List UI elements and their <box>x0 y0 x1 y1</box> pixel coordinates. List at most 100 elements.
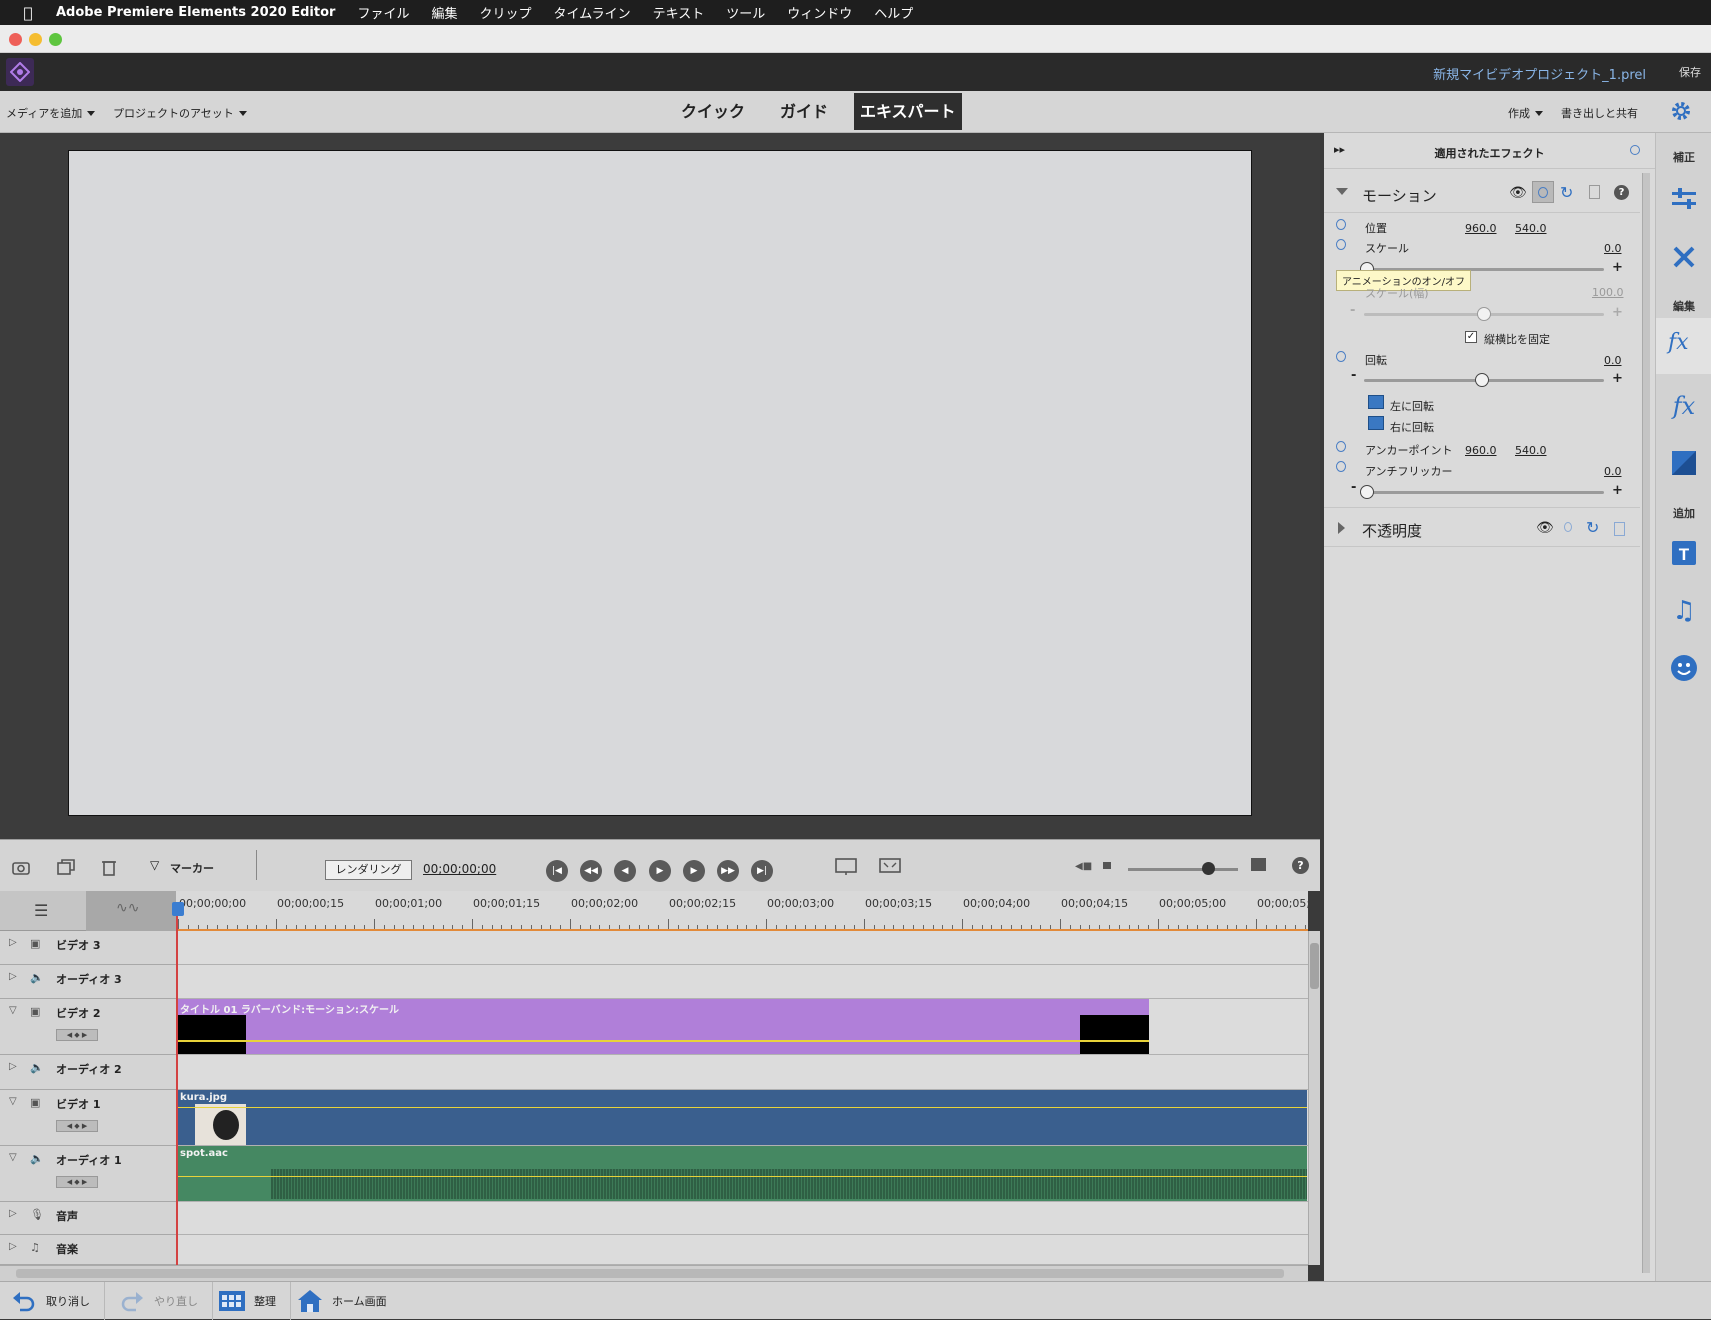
track-view-icon[interactable]: ☰ <box>34 901 48 920</box>
rewind-button[interactable]: ◀◀ <box>580 860 602 882</box>
audio-view-toggle[interactable]: ∿∿ <box>86 891 176 931</box>
app-menu[interactable]: Adobe Premiere Elements 2020 Editor <box>56 5 335 20</box>
vertical-scroll-thumb[interactable] <box>1310 943 1319 989</box>
timecode-display[interactable]: 00;00;00;00 <box>423 862 496 876</box>
rotation-plus-button[interactable]: + <box>1612 371 1623 386</box>
expand-track-icon[interactable]: ▷ <box>9 1241 17 1252</box>
menu-tools[interactable]: ツール <box>726 3 765 22</box>
reset-icon[interactable]: ↻ <box>1586 518 1599 537</box>
menu-text[interactable]: テキスト <box>653 3 705 22</box>
menu-file[interactable]: ファイル <box>357 3 409 22</box>
applied-effects-tool[interactable]: fx <box>1656 318 1711 374</box>
delete-effect-icon[interactable] <box>1589 185 1600 199</box>
timeline-vertical-scrollbar[interactable] <box>1308 931 1320 1265</box>
undo-button[interactable]: 取り消し <box>0 1282 105 1320</box>
anchor-x-value[interactable]: 960.0 <box>1465 444 1497 457</box>
track-lane[interactable] <box>176 1235 1308 1265</box>
menu-timeline[interactable]: タイムライン <box>553 3 630 22</box>
animation-toggle-icon[interactable] <box>1564 522 1572 532</box>
zoom-fit-icon[interactable]: ◀■ <box>1075 861 1092 872</box>
mode-expert-tab[interactable]: エキスパート <box>854 93 962 130</box>
rotate-right-button[interactable]: 右に回転 <box>1390 419 1434 435</box>
rotation-slider-knob[interactable] <box>1475 373 1489 387</box>
expand-motion-icon[interactable] <box>1336 188 1348 195</box>
keyframe-navigator[interactable]: ◀ ◆ ▶ <box>56 1029 98 1041</box>
rotate-left-icon[interactable] <box>1368 395 1384 409</box>
rotate-left-button[interactable]: 左に回転 <box>1390 398 1434 414</box>
zoom-in-icon[interactable] <box>1251 858 1266 871</box>
zoom-out-icon[interactable] <box>1103 862 1111 869</box>
audio-clip[interactable]: spot.aac <box>177 1146 1307 1201</box>
scale-value[interactable]: 0.0 <box>1604 242 1622 255</box>
add-media-dropdown[interactable]: メディアを追加 <box>6 105 96 121</box>
render-preview-icon[interactable] <box>835 858 857 876</box>
rotation-minus-button[interactable]: - <box>1351 368 1356 383</box>
rotate-right-icon[interactable] <box>1368 416 1384 430</box>
rotation-value[interactable]: 0.0 <box>1604 354 1622 367</box>
menu-edit[interactable]: 編集 <box>431 3 457 22</box>
timeline-zoom-slider[interactable] <box>1128 862 1238 875</box>
stopwatch-icon[interactable] <box>1336 219 1346 230</box>
trash-icon[interactable] <box>101 858 119 876</box>
antiflicker-value[interactable]: 0.0 <box>1604 465 1622 478</box>
help-icon[interactable]: ? <box>1614 185 1629 200</box>
title-text-icon[interactable]: T <box>1666 535 1702 571</box>
stopwatch-icon[interactable] <box>1336 239 1346 250</box>
track-lane[interactable] <box>176 1055 1308 1090</box>
project-assets-dropdown[interactable]: プロジェクトのアセット <box>113 105 247 121</box>
graphics-smiley-icon[interactable] <box>1666 650 1702 686</box>
position-y-value[interactable]: 540.0 <box>1515 222 1547 235</box>
track-header[interactable]: ▷ ▣ ビデオ 3 <box>0 931 176 965</box>
zoom-window-button[interactable] <box>49 33 62 46</box>
motion-effect-header[interactable]: モーション 👁 ↻ ? <box>1324 173 1640 213</box>
collapse-track-icon[interactable]: ▽ <box>9 1005 17 1016</box>
stopwatch-icon[interactable] <box>1336 461 1346 472</box>
antiflicker-slider-knob[interactable] <box>1360 485 1374 499</box>
collapse-track-icon[interactable]: ▽ <box>9 1152 17 1163</box>
step-forward-button[interactable]: ▶ <box>683 860 705 882</box>
antiflicker-plus-button[interactable]: + <box>1612 483 1623 498</box>
keyframe-navigator[interactable]: ◀ ◆ ▶ <box>56 1176 98 1188</box>
track-header[interactable]: ▷ 🎙 音声 <box>0 1202 176 1235</box>
transitions-icon[interactable] <box>1666 445 1702 481</box>
create-dropdown[interactable]: 作成 <box>1508 105 1543 121</box>
track-header[interactable]: ▷ 🔈 オーディオ 3 <box>0 965 176 999</box>
antiflicker-minus-button[interactable]: - <box>1351 480 1356 495</box>
track-header[interactable]: ▷ ♫ 音楽 <box>0 1235 176 1265</box>
scale-plus-button[interactable]: + <box>1612 260 1623 275</box>
expand-track-icon[interactable]: ▷ <box>9 971 17 982</box>
position-x-value[interactable]: 960.0 <box>1465 222 1497 235</box>
marker-dropdown[interactable]: マーカー <box>170 860 214 876</box>
home-screen-button[interactable]: ホーム画面 <box>286 1282 401 1320</box>
opacity-rubber-band[interactable] <box>177 1107 1307 1108</box>
redo-button[interactable]: やり直し <box>108 1282 213 1320</box>
menu-clip[interactable]: クリップ <box>479 3 531 22</box>
stopwatch-icon[interactable] <box>1336 441 1346 452</box>
rotation-slider[interactable] <box>1364 373 1604 387</box>
effects-panel-scrollbar[interactable] <box>1642 173 1650 1273</box>
fast-forward-button[interactable]: ▶▶ <box>717 860 739 882</box>
go-to-start-button[interactable]: |◀ <box>546 860 568 882</box>
track-header[interactable]: ▽ ▣ ビデオ 1 ◀ ◆ ▶ <box>0 1090 176 1146</box>
horizontal-scroll-thumb[interactable] <box>16 1269 1284 1278</box>
tools-icon[interactable] <box>1666 239 1702 275</box>
mode-quick-tab[interactable]: クイック <box>675 93 751 130</box>
apple-menu-icon[interactable]:  <box>0 4 56 22</box>
fullscreen-preview-icon[interactable] <box>879 858 901 876</box>
keyframe-toggle-icon[interactable] <box>1630 145 1640 155</box>
mode-guided-tab[interactable]: ガイド <box>774 93 834 130</box>
close-window-button[interactable] <box>9 33 22 46</box>
collapse-track-icon[interactable]: ▽ <box>9 1096 17 1107</box>
antiflicker-slider[interactable] <box>1360 485 1604 499</box>
image-clip[interactable]: kura.jpg <box>177 1090 1307 1145</box>
timeline-horizontal-scrollbar[interactable] <box>0 1265 1308 1281</box>
time-ruler[interactable]: 00;00;00;00 00;00;00;15 00;00;01;00 00;00;0… <box>176 891 1308 931</box>
reset-icon[interactable]: ↻ <box>1560 183 1573 202</box>
expand-track-icon[interactable]: ▷ <box>9 1208 17 1219</box>
volume-rubber-band[interactable] <box>177 1176 1307 1177</box>
visibility-eye-icon[interactable]: 👁 <box>1509 185 1527 201</box>
video-preview[interactable] <box>68 150 1252 816</box>
title-clip[interactable]: タイトル 01 ラバーバンド:モーション:スケール <box>177 999 1149 1054</box>
keyframe-navigator[interactable]: ◀ ◆ ▶ <box>56 1120 98 1132</box>
visibility-eye-icon[interactable]: 👁 <box>1536 520 1554 536</box>
